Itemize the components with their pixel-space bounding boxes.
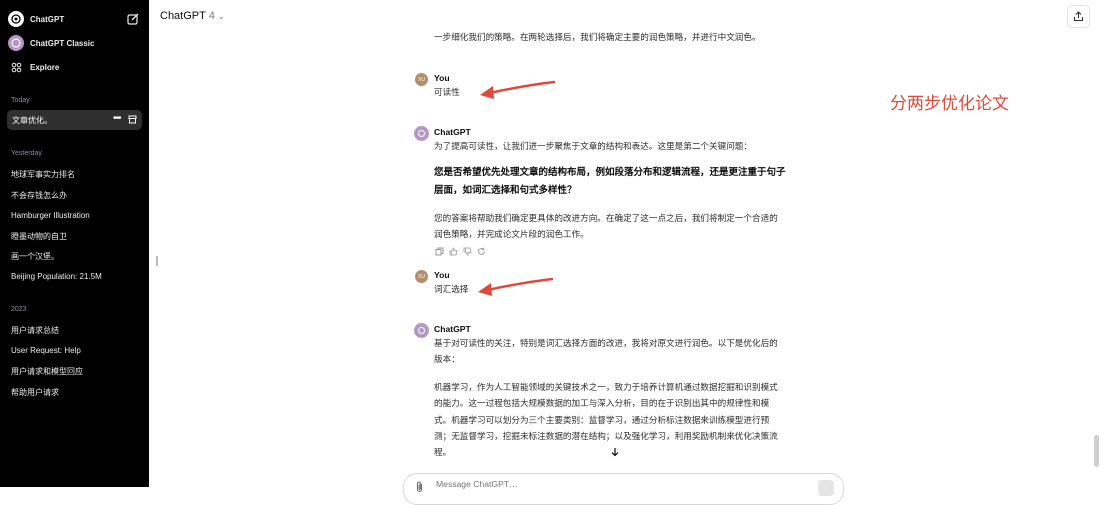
message-input[interactable] [434, 478, 818, 490]
assistant-question: 您是否希望优先处理文章的结构布局，例如段落分布和逻辑流程，还是更注重于句子层面，… [434, 167, 786, 196]
section-title-2023: 2023 [11, 306, 27, 313]
sidebar-item[interactable]: Hamburger Illustration [11, 211, 141, 220]
arrow-down-icon [611, 448, 619, 457]
sidebar: ChatGPT ChatGPT Classic Explore Today 文章… [0, 0, 149, 487]
avatar: XU [415, 73, 428, 86]
assistant-paragraph: 您的答案将帮助我们确定更具体的改进方向。在确定了这一点之后，我们将制定一个合适的… [434, 213, 778, 240]
explore-icon [8, 59, 24, 75]
avatar: XU [415, 270, 428, 283]
message-author: You [434, 270, 450, 280]
message-author: ChatGPT [434, 127, 471, 137]
sidebar-item[interactable]: 地球军事实力排名 [11, 169, 141, 180]
assistant-paragraph: 为了提高可读性，让我们进一步聚焦于文章的结构和表达。这里是第二个关键问题： [434, 141, 752, 151]
model-name: ChatGPT [160, 10, 206, 22]
annotation-label: 分两步优化论文 [890, 94, 1009, 113]
archive-icon[interactable] [128, 115, 137, 124]
sidebar-item[interactable]: 不会存钱怎么办 [11, 190, 141, 201]
message-composer[interactable] [403, 473, 844, 505]
gpt-classic-icon [8, 35, 24, 51]
sidebar-item[interactable]: 帮助用户请求 [11, 387, 141, 398]
intro-text: 一步细化我们的策略。在两轮选择后，我们将确定主要的润色策略，并进行中文润色。 [434, 32, 761, 42]
red-arrow-annotation [480, 80, 556, 99]
scrollbar[interactable] [1094, 435, 1099, 467]
section-title-today: Today [11, 97, 30, 104]
send-button[interactable] [818, 480, 834, 496]
message-actions [435, 247, 486, 256]
sidebar-item-explore[interactable]: Explore [8, 56, 142, 78]
more-options-icon[interactable]: ••• [113, 113, 121, 124]
attach-icon[interactable] [415, 481, 424, 493]
sidebar-item[interactable]: Beijing Population: 21.5M [11, 272, 141, 281]
sidebar-item-active-chat[interactable]: 文章优化。 ••• [7, 110, 142, 130]
message-author: ChatGPT [434, 324, 471, 334]
sidebar-item-chatgpt[interactable]: ChatGPT [8, 8, 142, 30]
sidebar-item-label: 文章优化。 [12, 116, 52, 125]
model-selector[interactable]: ChatGPT 4 ⌄ [160, 10, 225, 22]
section-title-yesterday: Yesterday [11, 150, 42, 157]
sidebar-item[interactable]: 用户请求总结 [11, 325, 141, 336]
share-icon [1073, 11, 1084, 22]
sidebar-item[interactable]: 画一个汉堡。 [11, 251, 141, 262]
chatgpt-logo-icon [8, 11, 24, 27]
copy-icon[interactable] [435, 247, 444, 256]
message-author: You [434, 73, 450, 83]
assistant-paragraph: 基于对可读性的关注，特别是词汇选择方面的改进，我将对原文进行润色。以下是优化后的… [434, 338, 778, 365]
sidebar-item-chatgpt-classic[interactable]: ChatGPT Classic [8, 32, 142, 54]
model-version: 4 [208, 10, 215, 22]
sidebar-item[interactable]: 用户请求和模型回应 [11, 366, 141, 377]
chatgpt-avatar-icon [414, 126, 429, 141]
chatgpt-avatar-icon [414, 323, 429, 338]
thumbs-down-icon[interactable] [463, 247, 472, 256]
sidebar-resize-handle[interactable] [156, 256, 158, 266]
chevron-down-icon: ⌄ [217, 12, 225, 21]
sidebar-item-label: ChatGPT Classic [30, 38, 95, 48]
sidebar-item-label: ChatGPT [30, 14, 65, 24]
sidebar-item-label: Explore [30, 62, 60, 72]
share-button[interactable] [1067, 5, 1090, 28]
red-arrow-annotation [478, 277, 554, 296]
sidebar-item[interactable]: User Request: Help [11, 346, 141, 355]
new-chat-icon[interactable] [126, 12, 140, 26]
regenerate-icon[interactable] [477, 247, 486, 256]
sidebar-item[interactable]: 瞪墨动物的自卫 [11, 231, 141, 242]
scroll-down-button[interactable] [607, 444, 623, 460]
thumbs-up-icon[interactable] [449, 247, 458, 256]
